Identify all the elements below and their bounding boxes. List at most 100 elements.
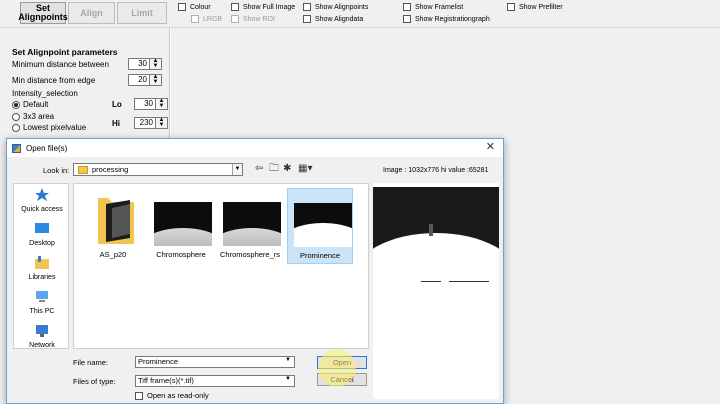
radio-label: Default [23, 100, 49, 109]
file-thumbnail [154, 202, 212, 246]
place-label: This PC [29, 308, 55, 315]
place-network[interactable]: Network [14, 324, 70, 349]
folder-icon [98, 198, 134, 244]
checkbox-box[interactable] [303, 3, 311, 11]
min-distance-between-stepper[interactable]: 30 ▲ ▼ [128, 58, 162, 70]
look-in-dropdown[interactable]: processing ▼ [73, 163, 243, 176]
look-in-label: Look in: [43, 166, 70, 175]
show-roi-label: Show ROI [243, 15, 275, 23]
up-down-arrow-icon[interactable]: ▲ ▼ [150, 58, 162, 70]
computer-icon [36, 291, 48, 302]
files-of-type-dropdown[interactable]: Tiff frame(s)(*.tif) [135, 375, 295, 387]
checkbox-box[interactable] [231, 3, 239, 11]
open-file-dialog: Open file(s) ✕ Look in: processing ▼ ⇦ 🗀… [6, 138, 504, 404]
chevron-down-icon[interactable]: ▼ [285, 376, 291, 382]
min-distance-edge-label: Min distance from edge [12, 76, 96, 85]
checkbox-box[interactable] [507, 3, 515, 11]
colour-label: Colour [190, 3, 211, 11]
checkbox-box[interactable] [403, 3, 411, 11]
desktop-icon [35, 223, 49, 233]
min-distance-edge-stepper[interactable]: 20 ▲ ▼ [128, 74, 162, 86]
file-name-label: File name: [73, 358, 109, 367]
file-item-folder[interactable]: AS_p20 [80, 188, 146, 264]
dialog-titlebar[interactable]: Open file(s) ✕ [7, 139, 503, 157]
checkbox-box[interactable] [178, 3, 186, 11]
place-label: Network [29, 342, 55, 349]
tab-set-alignpoints[interactable]: Set Alignpoints [18, 2, 68, 24]
checkbox-box[interactable] [191, 15, 199, 23]
tab-limit[interactable]: Limit [117, 2, 167, 24]
up-folder-icon[interactable]: 🗀 [269, 164, 279, 174]
app-toolbar: Set Alignpoints Align Limit Colour LRGB … [0, 0, 720, 28]
place-label: Libraries [28, 274, 56, 281]
radio-button[interactable] [12, 123, 20, 132]
places-bar: Quick access Desktop Libraries This PC N… [13, 183, 69, 349]
checkbox-box[interactable] [303, 15, 311, 23]
hi-stepper[interactable]: 230 ▲ ▼ [134, 117, 168, 129]
show-aligndata-checkbox[interactable]: Show Aligndata [303, 14, 363, 24]
new-folder-icon[interactable]: ✱ [283, 164, 291, 174]
show-prefilter-checkbox[interactable]: Show Prefilter [507, 2, 563, 12]
checkbox-box[interactable] [135, 391, 143, 400]
network-icon [36, 325, 48, 337]
radio-lowest-pixelvalue[interactable]: Lowest pixelvalue [12, 123, 86, 132]
preview-image [373, 187, 499, 283]
colour-checkbox[interactable]: Colour [178, 2, 211, 12]
back-arrow-icon[interactable]: ⇦ [255, 164, 263, 174]
checkbox-box[interactable] [403, 15, 411, 23]
show-full-image-label: Show Full Image [243, 3, 296, 11]
radio-button[interactable] [12, 100, 20, 109]
chevron-down-icon[interactable]: ▼ [285, 357, 291, 363]
dialog-title: Open file(s) [26, 143, 68, 153]
file-name-input[interactable]: Prominence [135, 356, 295, 368]
up-down-arrow-icon[interactable]: ▲ ▼ [150, 74, 162, 86]
stepper-value[interactable]: 30 [134, 98, 156, 110]
stepper-value[interactable]: 30 [128, 58, 150, 70]
file-item-image[interactable]: Chromosphere_rs [217, 188, 283, 264]
show-alignpoints-checkbox[interactable]: Show Alignpoints [303, 2, 368, 12]
lrgb-label: LRGB [203, 15, 223, 23]
stepper-value[interactable]: 230 [134, 117, 156, 129]
radio-button[interactable] [12, 112, 20, 121]
show-framelist-checkbox[interactable]: Show Framelist [403, 2, 463, 12]
up-down-arrow-icon[interactable]: ▲ ▼ [156, 98, 168, 110]
place-libraries[interactable]: Libraries [14, 256, 70, 281]
place-desktop[interactable]: Desktop [14, 222, 70, 247]
up-down-arrow-icon[interactable]: ▲ ▼ [156, 117, 168, 129]
chevron-down-icon[interactable]: ▼ [232, 164, 242, 175]
close-icon[interactable]: ✕ [486, 142, 495, 153]
image-info-text: Image : 1032x776 hi value :65281 [383, 167, 489, 174]
intensity-selection-label: Intensity_selection [12, 89, 78, 98]
lrgb-checkbox[interactable]: LRGB [191, 14, 222, 24]
place-quick-access[interactable]: Quick access [14, 188, 70, 213]
lo-stepper[interactable]: 30 ▲ ▼ [134, 98, 168, 110]
checkbox-box[interactable] [231, 15, 239, 23]
radio-default[interactable]: Default [12, 100, 48, 109]
show-roi-checkbox[interactable]: Show ROI [231, 14, 275, 24]
radio-3x3-area[interactable]: 3x3 area [12, 112, 54, 121]
show-full-image-checkbox[interactable]: Show Full Image [231, 2, 295, 12]
file-name: Chromosphere [156, 250, 206, 259]
show-prefilter-label: Show Prefilter [519, 3, 563, 11]
show-registrationgraph-label: Show Registrationgraph [415, 15, 490, 23]
show-registrationgraph-checkbox[interactable]: Show Registrationgraph [403, 14, 490, 24]
file-list: AS_p20 Chromosphere Chromosphere_rs Prom… [73, 183, 369, 349]
show-alignpoints-label: Show Alignpoints [315, 3, 369, 11]
view-menu-icon[interactable]: ▦▾ [298, 164, 312, 174]
file-thumbnail [294, 203, 352, 247]
tab-align[interactable]: Align [68, 2, 115, 24]
file-item-selected[interactable]: Prominence [287, 188, 353, 264]
place-this-pc[interactable]: This PC [14, 290, 70, 315]
file-thumbnail [223, 202, 281, 246]
hi-label: Hi [112, 119, 120, 128]
alignpoint-parameters-panel: Set Alignpoint parameters Minimum distan… [6, 32, 168, 142]
stepper-value[interactable]: 20 [128, 74, 150, 86]
file-name: AS_p20 [99, 250, 127, 259]
radio-label: Lowest pixelvalue [23, 123, 87, 132]
file-name: Chromosphere_rs [219, 250, 281, 259]
file-item-image[interactable]: Chromosphere [148, 188, 214, 264]
files-of-type-label: Files of type: [73, 377, 116, 386]
open-readonly-checkbox[interactable]: Open as read-only [135, 391, 209, 400]
min-distance-between-label: Minimum distance between [12, 60, 109, 69]
star-icon [35, 188, 49, 201]
